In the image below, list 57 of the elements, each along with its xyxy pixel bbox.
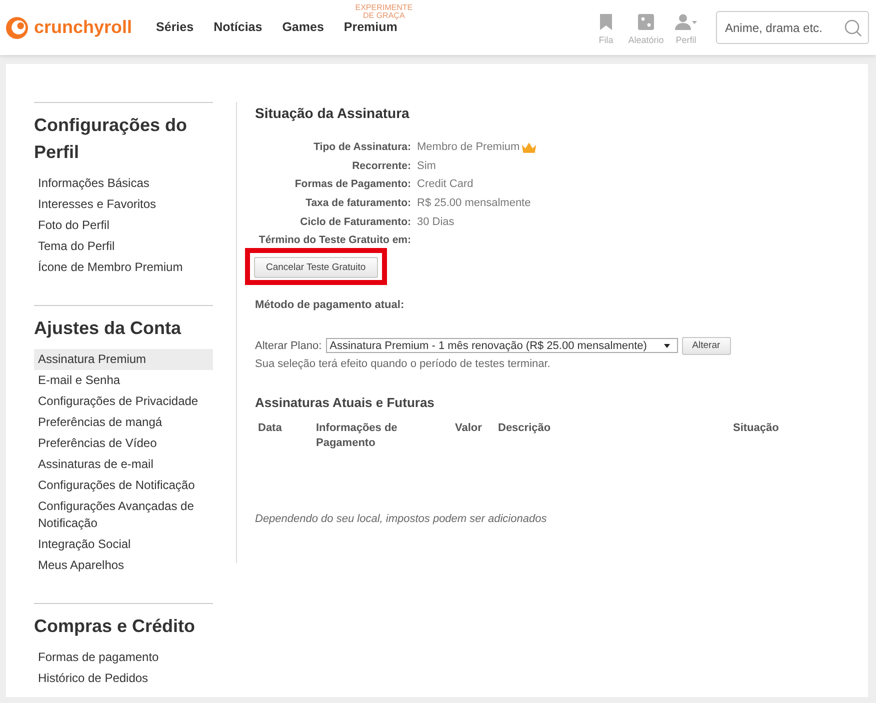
column-header: Valor — [455, 420, 482, 436]
section-title: Assinaturas Atuais e Futuras — [255, 394, 436, 411]
search-icon — [844, 19, 862, 37]
detail-label: Ciclo de Faturamento: — [299, 216, 411, 228]
sidebar-link[interactable]: Informações Básicas — [34, 173, 213, 194]
plan-note: Sua seleção terá efeito quando o período de testes terminar. — [255, 356, 552, 371]
nav-link[interactable]: Notícias — [214, 20, 262, 35]
sidebar-link[interactable]: Configurações Avançadas de Notificação — [34, 496, 213, 534]
detail-label: Término do Teste Gratuito em: — [258, 234, 411, 246]
sidebar-link[interactable]: Meus Aparelhos — [34, 555, 213, 576]
person-icon — [675, 14, 697, 30]
bookmark-icon — [600, 14, 612, 30]
sidebar-heading: Ajustes da Conta — [34, 317, 182, 340]
nav-link[interactable]: Premium — [344, 20, 398, 35]
sidebar-link[interactable]: Integração Social — [34, 534, 213, 555]
sidebar-heading: Compras e Crédito — [34, 615, 196, 638]
column-header: Data — [258, 420, 282, 436]
nav-link[interactable]: Games — [282, 20, 324, 35]
sidebar-link[interactable]: Tema do Perfil — [34, 236, 213, 257]
plan-select[interactable]: Assinatura Premium - 1 mês renovação (R$ 25.00 mensalmente) — [326, 338, 678, 354]
sidebar-link[interactable]: Formas de pagamento — [34, 647, 213, 668]
section-title: Situação da Assinatura — [255, 104, 410, 122]
sidebar-link[interactable]: Configurações de Privacidade — [34, 391, 213, 412]
detail-label: Tipo de Assinatura: — [312, 141, 411, 154]
caret-icon — [664, 344, 670, 348]
detail-label: Formas de Pagamento: — [294, 178, 411, 190]
detail-value: Membro de Premium — [417, 141, 520, 154]
search-field[interactable]: Anime, drama etc. — [716, 11, 869, 44]
cancel-trial-button[interactable]: Cancelar Teste Gratuito — [254, 256, 378, 278]
sidebar-link[interactable]: Assinaturas de e-mail — [34, 454, 213, 475]
detail-value: R$ 25.00 mensalmente — [417, 197, 531, 210]
sidebar-link[interactable]: Preferências de mangá — [34, 412, 213, 433]
sidebar-link[interactable]: Ícone de Membro Premium — [34, 257, 213, 278]
sidebar-heading: Configurações do Perfil — [34, 114, 188, 164]
sidebar-link[interactable]: E-mail e Senha — [34, 370, 213, 391]
sidebar-link[interactable]: Histórico de Pedidos — [34, 668, 213, 689]
sidebar-link[interactable]: Interesses e Favoritos — [34, 194, 213, 215]
plan-label: Alterar Plano: — [255, 340, 322, 352]
column-header: Situação — [733, 420, 779, 436]
promo-label: EXPERIMENTE DE GRAÇA — [354, 4, 414, 20]
sidebar-link[interactable]: Preferências de Vídeo — [34, 433, 213, 454]
detail-label: Taxa de faturamento: — [304, 197, 411, 210]
tax-note: Dependendo do seu local, impostos podem ser adicionados — [255, 512, 548, 526]
detail-value: 30 Dias — [417, 216, 454, 228]
sidebar-link[interactable]: Assinatura Premium — [34, 349, 213, 370]
column-header: Descrição — [498, 420, 551, 436]
detail-value: Credit Card — [417, 178, 474, 190]
detail-value: Sim — [417, 160, 436, 172]
column-header: Informações de Pagamento — [316, 420, 398, 451]
sidebar-link[interactable]: Foto do Perfil — [34, 215, 213, 236]
sidebar-link[interactable]: Configurações de Notificação — [34, 475, 213, 496]
change-plan-button[interactable]: Alterar — [682, 336, 731, 355]
dice-icon — [638, 14, 654, 30]
logo-icon — [6, 16, 28, 38]
payment-method-label: Método de pagamento atual: — [255, 298, 406, 312]
nav-link[interactable]: Séries — [156, 20, 194, 35]
detail-label: Recorrente: — [351, 160, 411, 172]
